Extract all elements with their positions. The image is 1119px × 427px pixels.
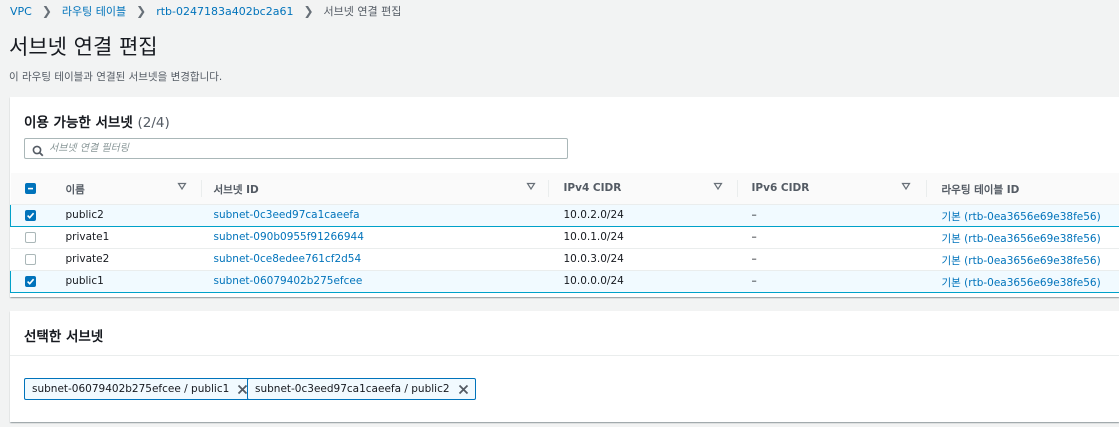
token-label: subnet-0c3eed97ca1caeefa / public2: [255, 383, 450, 395]
selected-subnet-token: subnet-0c3eed97ca1caeefa / public2: [247, 378, 476, 400]
table-row[interactable]: public1 subnet-06079402b275efcee 10.0.0.…: [10, 270, 1119, 293]
chevron-right-icon: ❯: [136, 4, 147, 18]
subnet-name: public1: [65, 275, 104, 287]
token-label: subnet-06079402b275efcee / public1: [32, 383, 230, 395]
caret-down-icon[interactable]: [712, 181, 723, 194]
row-checkbox-cell: [10, 248, 52, 271]
ipv6-cidr: –: [751, 231, 757, 243]
ipv6-cidr: –: [751, 275, 757, 287]
row-checkbox[interactable]: [25, 276, 36, 287]
route-table-link[interactable]: 기본 (rtb-0ea3656e69e38fe56): [942, 209, 1101, 224]
breadcrumb-current: 서브넷 연결 편집: [323, 5, 402, 18]
breadcrumb: VPC ❯ 라우팅 테이블 ❯ rtb-0247183a402bc2a61 ❯ …: [10, 3, 401, 19]
subnet-name: public2: [65, 209, 104, 221]
search-icon: [32, 142, 44, 161]
column-header-route-table[interactable]: 라우팅 테이블 ID: [926, 173, 1119, 205]
close-icon[interactable]: [458, 384, 469, 395]
selected-subnets-title: 선택한 서브넷: [24, 329, 104, 345]
ipv4-cidr: 10.0.3.0/24: [563, 253, 624, 265]
subnet-id-link[interactable]: subnet-090b0955f91266944: [214, 231, 364, 243]
row-checkbox-cell: [10, 226, 52, 249]
caret-down-icon[interactable]: [176, 181, 187, 194]
page-title: 서브넷 연결 편집: [9, 35, 158, 59]
row-checkbox-cell: [10, 270, 52, 293]
column-label-ipv6: IPv6 CIDR: [751, 182, 810, 194]
column-label-ipv4: IPv4 CIDR: [563, 182, 622, 194]
ipv4-cidr: 10.0.2.0/24: [563, 209, 624, 221]
select-all-checkbox[interactable]: [24, 183, 36, 194]
column-header-ipv4[interactable]: IPv4 CIDR: [548, 173, 738, 205]
breadcrumb-route-table-id[interactable]: rtb-0247183a402bc2a61: [156, 5, 293, 18]
ipv6-cidr: –: [751, 209, 757, 221]
row-checkbox[interactable]: [24, 254, 36, 265]
table-row[interactable]: private2 subnet-0ce8edee761cf2d54 10.0.3…: [10, 248, 1119, 271]
caret-down-icon[interactable]: [900, 181, 911, 194]
route-table-link[interactable]: 기본 (rtb-0ea3656e69e38fe56): [942, 275, 1101, 290]
available-subnets-heading: 이용 가능한 서브넷: [24, 115, 133, 131]
available-subnets-title: 이용 가능한 서브넷 (2/4): [24, 111, 170, 131]
column-label-subnet-id: 서브넷 ID: [213, 184, 259, 196]
selected-subnet-token: subnet-06079402b275efcee / public1: [24, 378, 256, 400]
divider: [10, 355, 1119, 356]
route-table-link[interactable]: 기본 (rtb-0ea3656e69e38fe56): [942, 231, 1101, 246]
table-row[interactable]: public2 subnet-0c3eed97ca1caeefa 10.0.2.…: [10, 204, 1119, 227]
filter-input[interactable]: [49, 140, 549, 157]
column-label-name: 이름: [65, 184, 85, 196]
ipv6-cidr: –: [751, 253, 757, 265]
chevron-right-icon: ❯: [303, 4, 314, 18]
table-header-row: 이름 서브넷 ID IPv4 CIDR IPv6 CIDR 라우팅 테이블 ID: [10, 173, 1119, 205]
chevron-right-icon: ❯: [41, 4, 52, 18]
subnet-id-link[interactable]: subnet-06079402b275efcee: [214, 275, 363, 287]
column-label-route-table: 라우팅 테이블 ID: [941, 184, 1020, 196]
selection-count: (2/4): [137, 115, 170, 131]
breadcrumb-route-tables[interactable]: 라우팅 테이블: [62, 3, 126, 19]
column-header-subnet-id[interactable]: 서브넷 ID: [201, 173, 549, 205]
route-table-link[interactable]: 기본 (rtb-0ea3656e69e38fe56): [942, 253, 1101, 268]
header-select-all-cell: [10, 173, 52, 205]
breadcrumb-vpc[interactable]: VPC: [10, 5, 32, 18]
subnet-id-link[interactable]: subnet-0ce8edee761cf2d54: [214, 253, 362, 265]
column-header-ipv6[interactable]: IPv6 CIDR: [737, 173, 927, 205]
subnet-name: private2: [65, 253, 110, 265]
available-subnets-panel: 이용 가능한 서브넷 (2/4) 이름: [10, 97, 1119, 297]
subnet-id-link[interactable]: subnet-0c3eed97ca1caeefa: [214, 209, 360, 221]
column-header-name[interactable]: 이름: [51, 173, 202, 205]
row-checkbox-cell: [10, 204, 52, 227]
filter-box: [24, 138, 568, 159]
ipv4-cidr: 10.0.1.0/24: [563, 231, 624, 243]
selected-subnets-panel: 선택한 서브넷 subnet-06079402b275efcee / publi…: [10, 311, 1119, 422]
table-row[interactable]: private1 subnet-090b0955f91266944 10.0.1…: [10, 226, 1119, 249]
ipv4-cidr: 10.0.0.0/24: [563, 275, 624, 287]
row-checkbox[interactable]: [25, 210, 36, 221]
page-description: 이 라우팅 테이블과 연결된 서브넷을 변경합니다.: [9, 71, 223, 83]
caret-down-icon[interactable]: [525, 181, 536, 194]
subnet-name: private1: [65, 231, 110, 243]
subnets-table: 이름 서브넷 ID IPv4 CIDR IPv6 CIDR 라우팅 테이블 ID…: [10, 173, 1119, 293]
row-checkbox[interactable]: [24, 232, 36, 243]
